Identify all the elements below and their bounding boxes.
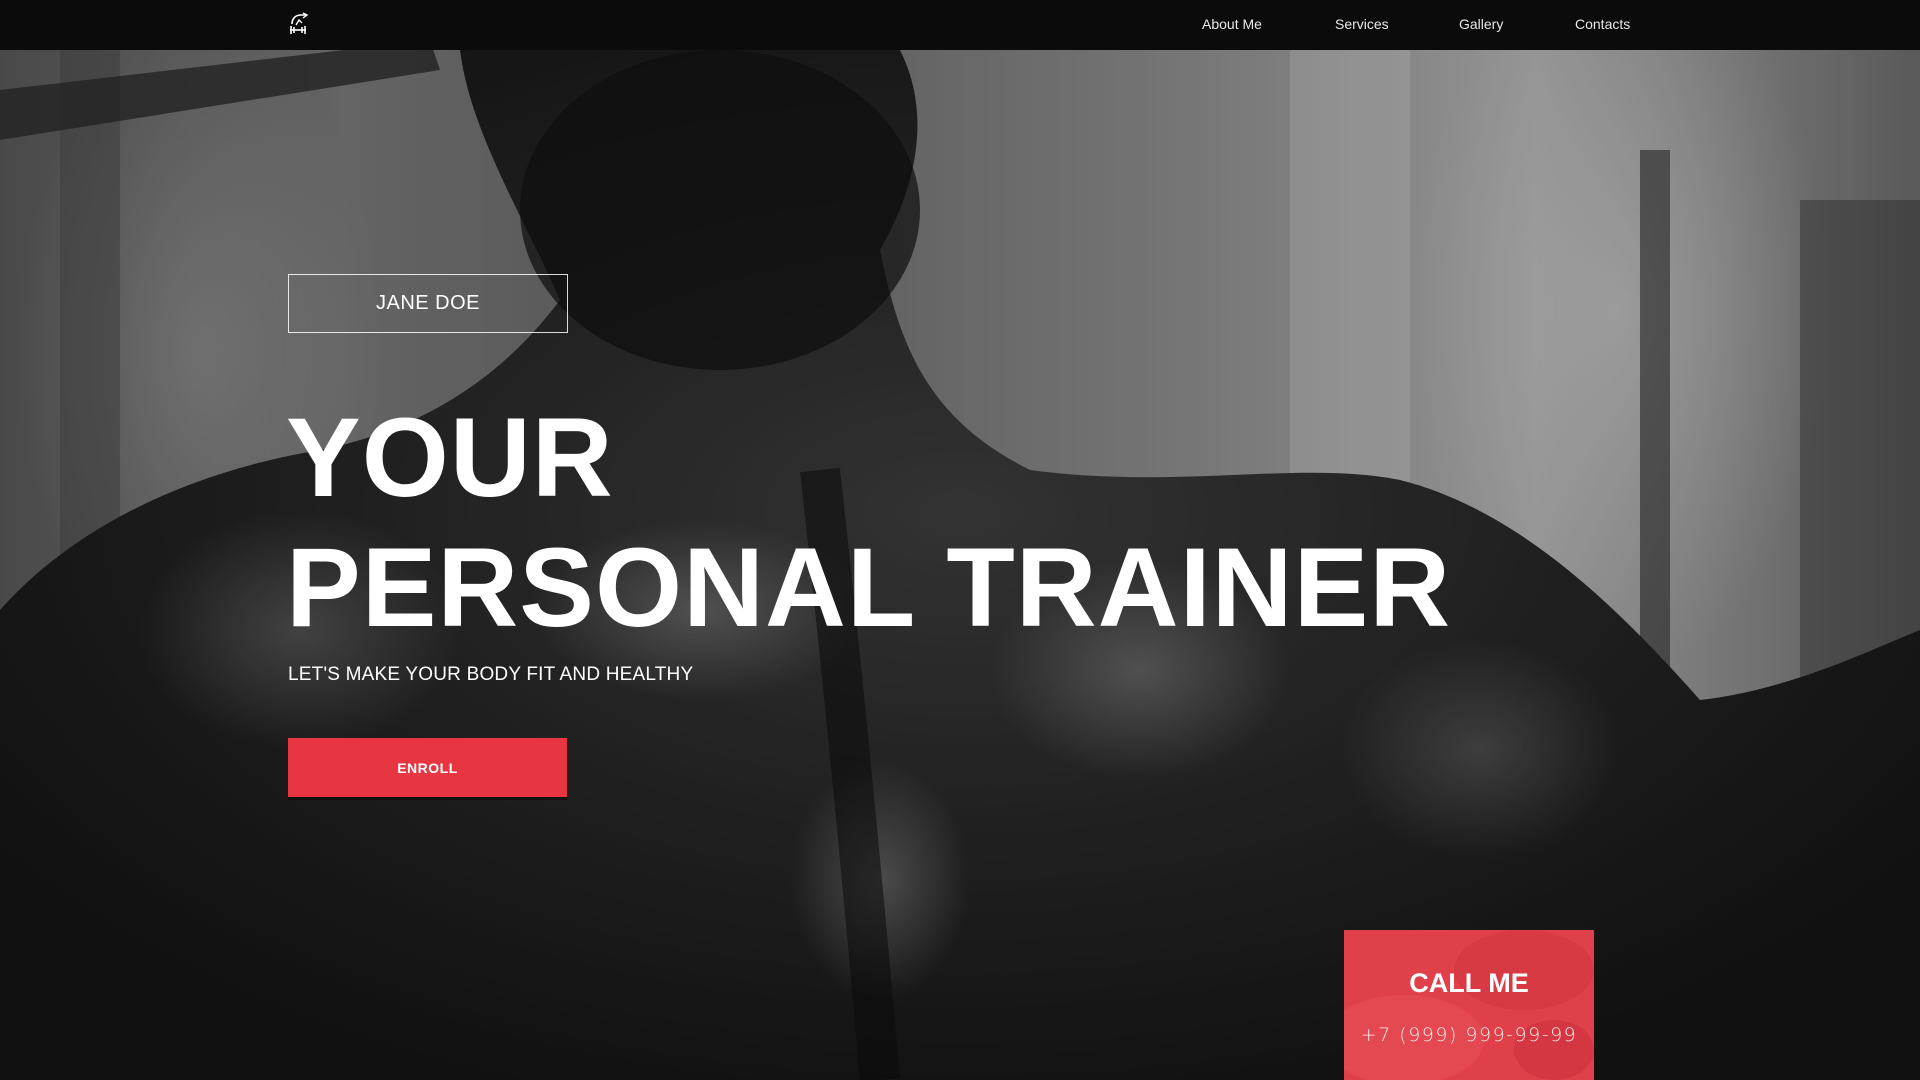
hero-subheadline: LET'S MAKE YOUR BODY FIT AND HEALTHY: [288, 664, 694, 685]
hero-headline: YOUR PERSONAL TRAINER: [286, 393, 1451, 653]
top-navbar: About Me Services Gallery Contacts: [0, 0, 1920, 50]
hero-section: JANE DOE YOUR PERSONAL TRAINER LET'S MAK…: [0, 50, 1920, 1080]
nav-link-contacts[interactable]: Contacts: [1575, 16, 1630, 32]
landing-page: About Me Services Gallery Contacts JANE …: [0, 0, 1920, 1080]
nav-link-gallery[interactable]: Gallery: [1459, 16, 1503, 32]
headline-line-2: PERSONAL TRAINER: [286, 525, 1452, 650]
trainer-name-badge: JANE DOE: [288, 274, 568, 333]
nav-link-about-me[interactable]: About Me: [1202, 16, 1262, 32]
card-texture: [1344, 930, 1594, 1080]
call-me-card[interactable]: CALL ME +7 (999) 999-99-99: [1344, 930, 1594, 1080]
headline-line-1: YOUR: [286, 395, 614, 520]
call-me-title: CALL ME: [1409, 968, 1529, 998]
enroll-button[interactable]: ENROLL: [288, 738, 567, 797]
phone-number[interactable]: +7 (999) 999-99-99: [1344, 1024, 1594, 1046]
nav-link-services[interactable]: Services: [1335, 16, 1389, 32]
dumbbell-logo-icon[interactable]: [287, 12, 309, 36]
